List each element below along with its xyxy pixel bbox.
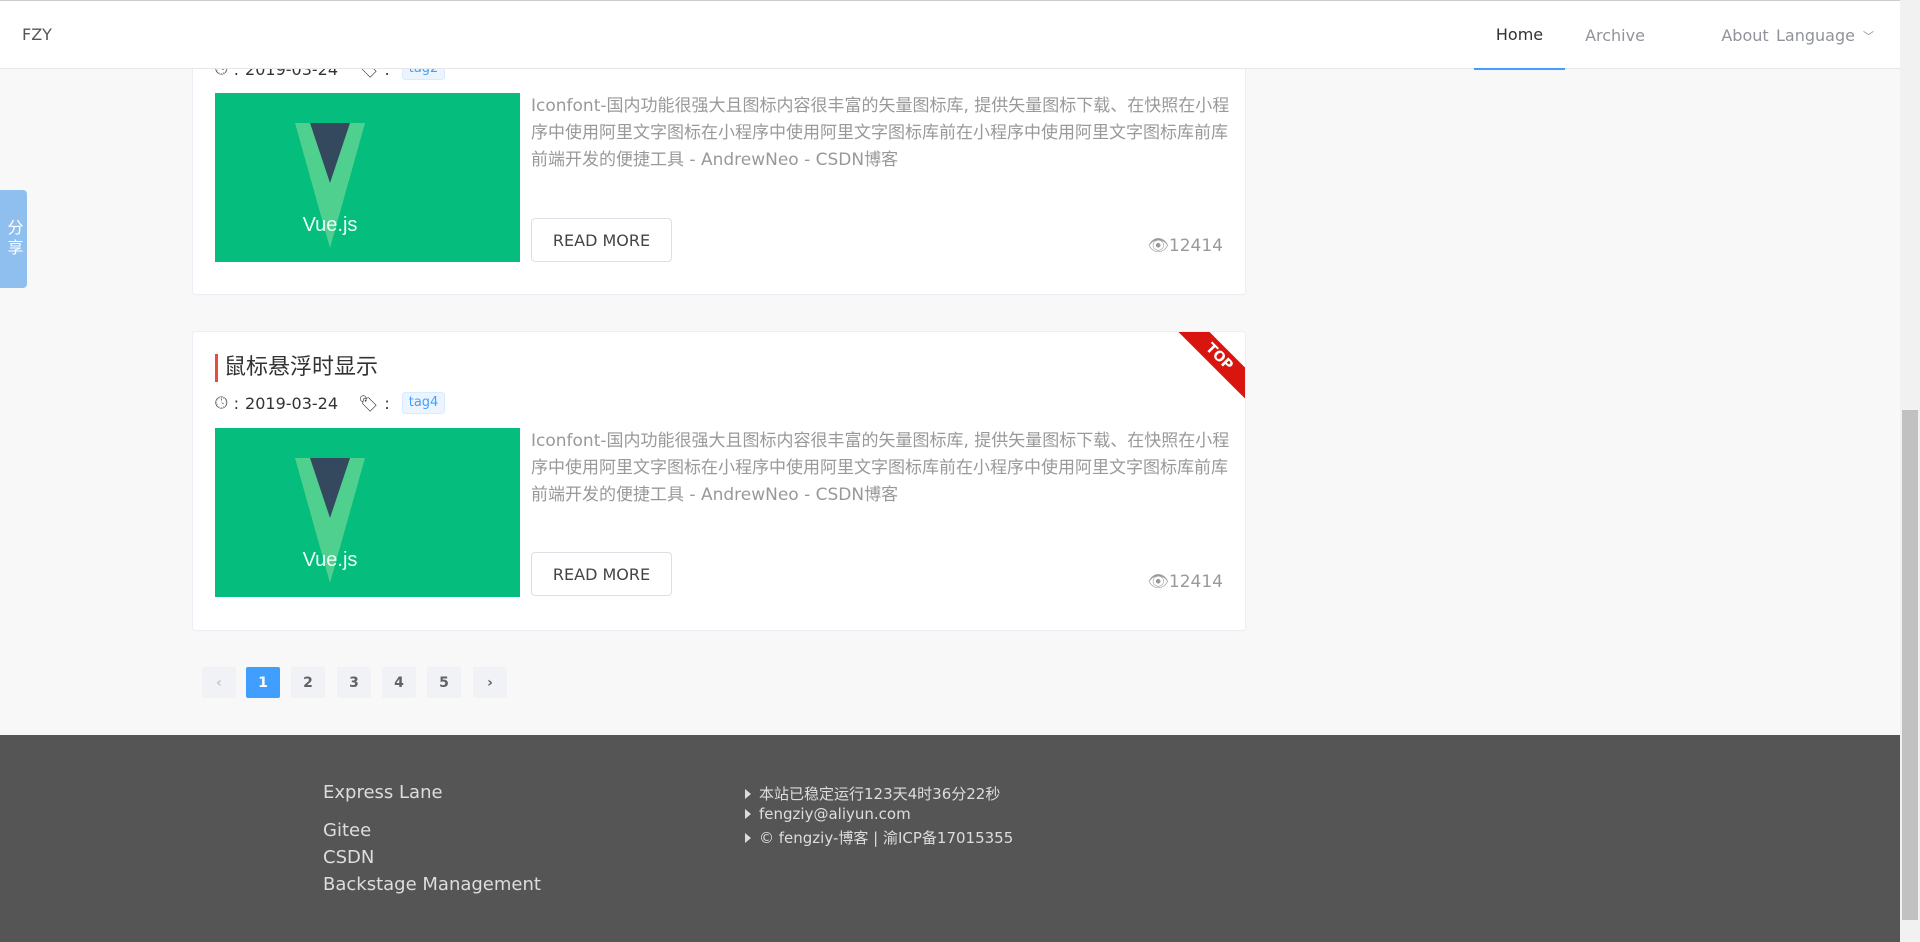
- page-2[interactable]: 2: [291, 667, 325, 698]
- prev-page-button[interactable]: ‹: [202, 667, 236, 698]
- view-count: 👁︎12414: [1147, 236, 1223, 256]
- triangle-icon: [745, 788, 751, 799]
- view-count: 👁︎12414: [1147, 572, 1223, 592]
- post-description: Iconfont-国内功能很强大且图标内容很丰富的矢量图标库, 提供矢量图标下载…: [531, 431, 1230, 505]
- page-1[interactable]: 1: [246, 667, 280, 698]
- footer-copyright: © fengziy-博客 | 渝ICP备17015355: [745, 827, 1013, 848]
- post-thumbnail[interactable]: Vue.js: [215, 428, 520, 597]
- tag-icon: 🏷︎: [358, 393, 379, 413]
- email-text: fengziy@aliyun.com: [759, 805, 911, 823]
- post-tag[interactable]: tag4: [401, 392, 446, 414]
- nav-archive[interactable]: Archive: [1570, 1, 1660, 70]
- footer-email: fengziy@aliyun.com: [745, 805, 911, 823]
- footer: Express Lane Gitee CSDN Backstage Manage…: [0, 735, 1900, 942]
- post-title[interactable]: 鼠标悬浮时显示: [215, 354, 378, 382]
- site-logo[interactable]: FZY: [22, 25, 52, 44]
- triangle-icon: [745, 809, 751, 819]
- copyright-text: © fengziy-博客 | 渝ICP备17015355: [759, 829, 1014, 847]
- page-4[interactable]: 4: [382, 667, 416, 698]
- page-3[interactable]: 3: [337, 667, 371, 698]
- uptime-text: 本站已稳定运行123天4时36分22秒: [759, 785, 1001, 803]
- nav-home[interactable]: Home: [1474, 1, 1565, 70]
- read-more-button[interactable]: READ MORE: [531, 218, 672, 262]
- clock-icon: 🕓︎: [215, 393, 228, 412]
- post-thumbnail[interactable]: Vue.js: [215, 93, 520, 262]
- scrollbar-track[interactable]: [1900, 0, 1920, 942]
- footer-link-gitee[interactable]: Gitee: [323, 820, 371, 841]
- next-page-button[interactable]: ›: [473, 667, 507, 698]
- vue-logo-icon: Vue.js: [295, 458, 365, 583]
- language-label: Language: [1776, 26, 1855, 45]
- read-more-button[interactable]: READ MORE: [531, 552, 672, 596]
- nav-language[interactable]: Language ﹀: [1770, 1, 1880, 70]
- footer-link-backstage[interactable]: Backstage Management: [323, 874, 541, 895]
- svg-text:Vue.js: Vue.js: [303, 214, 358, 236]
- vue-logo-icon: Vue.js: [295, 123, 365, 248]
- post-meta: 🕓︎: 2019-03-24 🏷︎: tag4: [215, 392, 446, 414]
- top-badge: TOP: [1168, 332, 1245, 408]
- footer-link-csdn[interactable]: CSDN: [323, 847, 374, 868]
- page-5[interactable]: 5: [427, 667, 461, 698]
- footer-uptime: 本站已稳定运行123天4时36分22秒: [745, 783, 1000, 804]
- chevron-down-icon: ﹀: [1862, 29, 1874, 43]
- post-card: TOP 鼠标悬浮时显示 🕓︎: 2019-03-24 🏷︎: tag4 Vue.…: [192, 331, 1246, 631]
- share-tab[interactable]: 分享: [0, 190, 27, 288]
- footer-heading: Express Lane: [323, 782, 443, 803]
- post-description: Iconfont-国内功能很强大且图标内容很丰富的矢量图标库, 提供矢量图标下载…: [531, 96, 1230, 170]
- scrollbar-thumb[interactable]: [1902, 410, 1918, 920]
- svg-text:Vue.js: Vue.js: [303, 549, 358, 571]
- triangle-icon: [745, 832, 751, 843]
- post-date: 2019-03-24: [245, 393, 339, 413]
- share-label: 分享: [4, 219, 24, 259]
- top-navbar: FZY Home Archive About Language ﹀: [0, 0, 1900, 70]
